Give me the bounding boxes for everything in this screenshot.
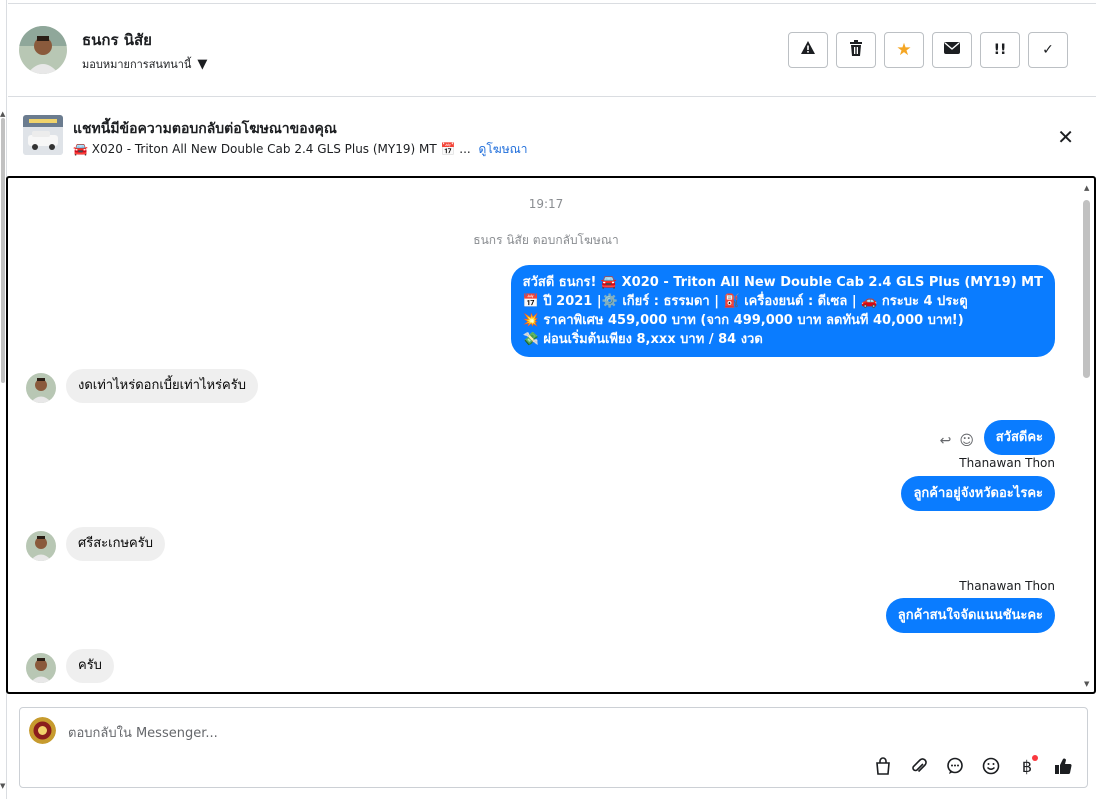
scroll-up-arrow[interactable]: ▲ xyxy=(1084,184,1089,192)
scrollbar-thumb[interactable] xyxy=(1,118,5,383)
baht-icon[interactable]: ฿ xyxy=(1015,754,1039,778)
notification-dot xyxy=(1032,755,1038,761)
message-thread[interactable]: 19:17 ธนกร นิสัย ตอบกลับโฆษณา สวัสดี ธนก… xyxy=(6,176,1096,694)
scroll-down-arrow[interactable]: ▼ xyxy=(0,782,5,790)
incoming-message[interactable]: ครับ xyxy=(66,649,114,683)
message-timestamp: 19:17 xyxy=(528,197,564,211)
warning-icon xyxy=(800,40,816,60)
ad-thumbnail[interactable] xyxy=(23,115,63,155)
assign-conversation-dropdown[interactable]: มอบหมายการสนทนานี้ ▼ xyxy=(82,55,207,73)
incoming-message[interactable]: งดเท่าไหร่ดอกเบี้ยเท่าไหร่ครับ xyxy=(66,369,258,403)
scroll-up-arrow[interactable]: ▲ xyxy=(0,110,5,118)
smiley-icon[interactable]: ☺ xyxy=(959,433,974,449)
composer-toolbar: ฿ xyxy=(871,754,1075,778)
outgoing-message[interactable]: ลูกค้าอยู่จังหวัดอะไรคะ xyxy=(901,476,1055,511)
incoming-message[interactable]: ศรีสะเกษครับ xyxy=(66,527,165,561)
star-button[interactable]: ★ xyxy=(884,32,924,68)
contact-avatar-small[interactable] xyxy=(26,653,56,683)
ad-reply-line: 💸 ผ่อนเริ่มต้นเพียง 8,xxx บาท / 84 งวด xyxy=(522,332,763,347)
sender-name: Thanawan Thon xyxy=(959,579,1055,593)
ad-reply-banner: แชทนี้มีข้อความตอบกลับต่อโฆษณาของคุณ 🚘 X… xyxy=(8,98,1096,174)
conversation-header: ธนกร นิสัย มอบหมายการสนทนานี้ ▼ ★ !! ✓ xyxy=(8,0,1096,97)
emoji-icon[interactable] xyxy=(979,754,1003,778)
envelope-icon xyxy=(944,42,960,58)
exclamation-icon: !! xyxy=(993,42,1007,58)
outgoing-message[interactable]: สวัสดี ธนกร! 🚘 X020 - Triton All New Dou… xyxy=(510,265,1055,357)
assign-label: มอบหมายการสนทนานี้ xyxy=(82,58,192,71)
sender-name: Thanawan Thon xyxy=(959,456,1055,470)
ad-reply-line: สวัสดี ธนกร! 🚘 X020 - Triton All New Dou… xyxy=(522,275,1043,290)
header-actions: ★ !! ✓ xyxy=(788,32,1068,68)
divider xyxy=(8,3,1096,4)
mark-unread-button[interactable] xyxy=(932,32,972,68)
close-icon: ✕ xyxy=(1057,125,1074,149)
message-composer[interactable]: ตอบกลับใน Messenger... ฿ xyxy=(19,707,1088,788)
contact-avatar[interactable] xyxy=(19,26,67,74)
spam-button[interactable] xyxy=(788,32,828,68)
saved-reply-icon[interactable] xyxy=(943,754,967,778)
ad-reply-line: 💥 ราคาพิเศษ 459,000 บาท (จาก 499,000 บาท… xyxy=(522,313,964,328)
delete-button[interactable] xyxy=(836,32,876,68)
contact-name: ธนกร นิสัย xyxy=(82,31,152,49)
page-avatar xyxy=(29,717,56,744)
thread-scrollbar[interactable]: ▲ ▼ xyxy=(1080,178,1094,692)
scroll-down-arrow[interactable]: ▼ xyxy=(1084,680,1089,688)
outgoing-message[interactable]: สวัสดีคะ xyxy=(983,420,1055,455)
trash-icon xyxy=(849,40,863,60)
shopping-bag-icon[interactable] xyxy=(871,754,895,778)
reply-input[interactable]: ตอบกลับใน Messenger... xyxy=(68,722,218,743)
ad-text: 🚘 X020 - Triton All New Double Cab 2.4 G… xyxy=(73,142,471,156)
ad-reply-line: 📅 ปี 2021 |⚙️ เกียร์ : ธรรมดา | ⛽ เครื่อ… xyxy=(522,294,968,309)
reply-icon[interactable]: ↩ xyxy=(940,433,952,449)
star-icon: ★ xyxy=(896,40,912,60)
contact-avatar-small[interactable] xyxy=(26,531,56,561)
message-tools: ↩ ☺ xyxy=(940,433,974,449)
outgoing-message[interactable]: ลูกค้าสนใจจัดแนนชันะคะ xyxy=(885,598,1055,633)
system-note: ธนกร นิสัย ตอบกลับโฆษณา xyxy=(473,233,619,247)
thumbs-up-icon[interactable] xyxy=(1051,754,1075,778)
view-ad-link[interactable]: ดูโฆษณา xyxy=(479,142,528,156)
baht-symbol: ฿ xyxy=(1021,756,1033,776)
paperclip-icon[interactable] xyxy=(907,754,931,778)
done-button[interactable]: ✓ xyxy=(1028,32,1068,68)
ad-banner-title: แชทนี้มีข้อความตอบกลับต่อโฆษณาของคุณ xyxy=(73,121,337,137)
scrollbar-thumb[interactable] xyxy=(1083,200,1090,378)
close-banner-button[interactable]: ✕ xyxy=(1057,125,1074,149)
contact-avatar-small[interactable] xyxy=(26,373,56,403)
check-icon: ✓ xyxy=(1042,42,1054,58)
follow-up-button[interactable]: !! xyxy=(980,32,1020,68)
ad-banner-subtitle: 🚘 X020 - Triton All New Double Cab 2.4 G… xyxy=(73,140,527,159)
caret-down-icon: ▼ xyxy=(197,56,208,72)
